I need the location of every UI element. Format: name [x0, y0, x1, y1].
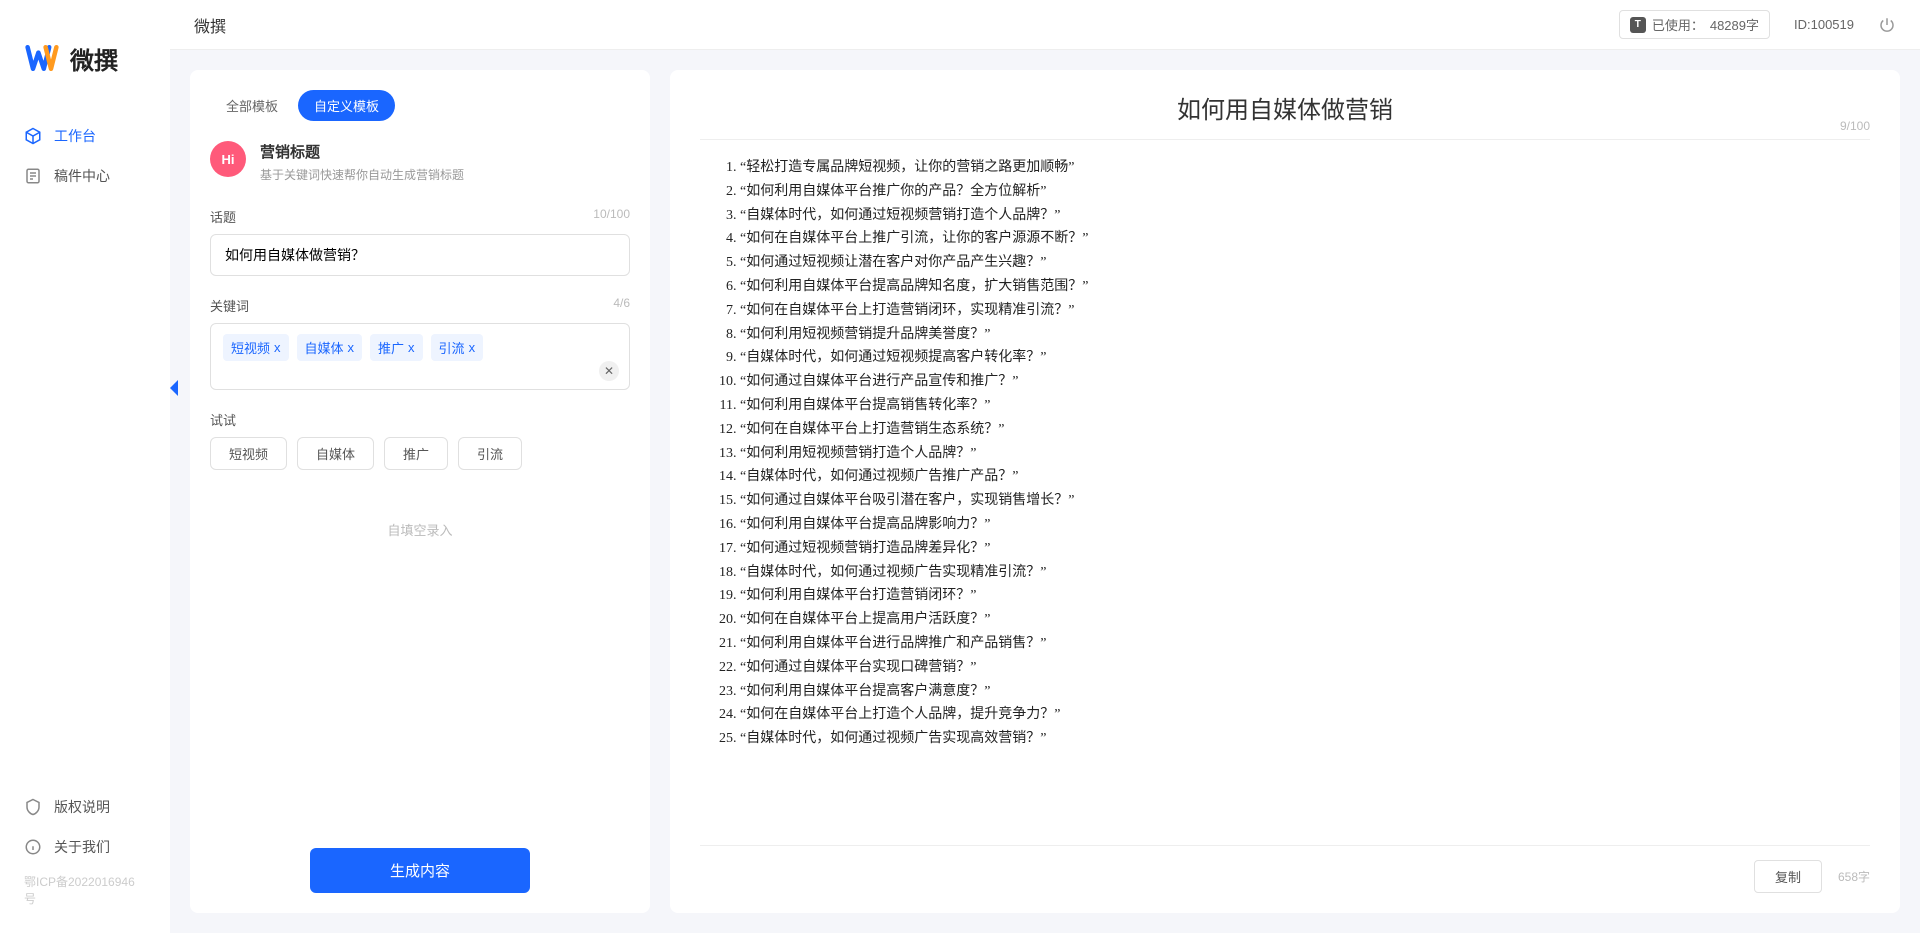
output-title: 如何用自媒体做营销	[700, 90, 1870, 125]
doc-icon	[24, 167, 42, 185]
try-section: 试试 短视频自媒体推广引流	[210, 410, 630, 470]
template-title: 营销标题	[260, 141, 464, 162]
template-header: Hi 营销标题 基于关键词快速帮你自动生成营销标题	[210, 141, 630, 183]
tab-all-templates[interactable]: 全部模板	[210, 90, 294, 121]
power-icon[interactable]	[1878, 16, 1896, 34]
output-list-item: “如何通过自媒体平台进行产品宣传和推广？”	[740, 370, 1870, 394]
output-list-item: “自媒体时代，如何通过视频广告推广产品？”	[740, 465, 1870, 489]
nav-workspace[interactable]: 工作台	[0, 116, 170, 156]
try-label: 试试	[210, 410, 236, 429]
output-list-item: “如何利用自媒体平台提高客户满意度？”	[740, 680, 1870, 704]
icp-footer: 鄂ICP备2022016946号	[0, 867, 170, 913]
sidebar: 微撰 工作台 稿件中心 版权说明	[0, 0, 170, 933]
remove-tag-icon[interactable]: x	[469, 340, 476, 355]
output-list-item: “自媒体时代，如何通过短视频营销打造个人品牌？”	[740, 204, 1870, 228]
usage-badge: T 已使用： 48289字	[1619, 10, 1770, 39]
cube-icon	[24, 127, 42, 145]
output-list-item: “如何通过自媒体平台吸引潜在客户，实现销售增长？”	[740, 489, 1870, 513]
output-char-count: 658字	[1838, 868, 1870, 885]
topic-label: 话题	[210, 207, 236, 226]
try-option-button[interactable]: 推广	[384, 437, 448, 470]
try-option-button[interactable]: 引流	[458, 437, 522, 470]
copy-button[interactable]: 复制	[1754, 860, 1822, 893]
remove-tag-icon[interactable]: x	[408, 340, 415, 355]
info-icon	[24, 838, 42, 856]
keyword-tag[interactable]: 自媒体 x	[297, 334, 363, 361]
brand-logo: 微撰	[0, 20, 170, 106]
output-list-item: “如何在自媒体平台上打造营销生态系统？”	[740, 418, 1870, 442]
keywords-box[interactable]: 短视频 x 自媒体 x 推广 x 引流 x ✕	[210, 323, 630, 390]
template-tabs: 全部模板 自定义模板	[210, 90, 630, 121]
nav-label: 工作台	[54, 126, 96, 146]
output-list-item: “如何利用自媒体平台提高品牌影响力？”	[740, 513, 1870, 537]
output-body: “轻松打造专属品牌短视频，让你的营销之路更加顺畅”“如何利用自媒体平台推广你的产…	[700, 156, 1870, 833]
output-list-item: “如何利用自媒体平台打造营销闭环？”	[740, 584, 1870, 608]
output-list-item: “轻松打造专属品牌短视频，让你的营销之路更加顺畅”	[740, 156, 1870, 180]
input-panel: 全部模板 自定义模板 Hi 营销标题 基于关键词快速帮你自动生成营销标题 话题 …	[190, 70, 650, 913]
generate-button[interactable]: 生成内容	[310, 848, 530, 893]
tab-custom-templates[interactable]: 自定义模板	[298, 90, 395, 121]
output-list-item: “如何利用自媒体平台推广你的产品？全方位解析”	[740, 180, 1870, 204]
topic-count: 10/100	[593, 207, 630, 226]
text-icon: T	[1630, 17, 1646, 33]
try-option-button[interactable]: 短视频	[210, 437, 287, 470]
output-list-item: “如何通过自媒体平台实现口碑营销？”	[740, 656, 1870, 680]
nav-label: 关于我们	[54, 837, 110, 857]
logo-icon	[24, 40, 60, 76]
topic-section: 话题 10/100	[210, 207, 630, 276]
keywords-section: 关键词 4/6 短视频 x 自媒体 x 推广 x 引流 x ✕	[210, 296, 630, 390]
clear-keywords-button[interactable]: ✕	[599, 361, 619, 381]
usage-label: 已使用：	[1652, 15, 1704, 34]
output-list-item: “如何通过短视频营销打造品牌差异化？”	[740, 537, 1870, 561]
template-desc: 基于关键词快速帮你自动生成营销标题	[260, 166, 464, 183]
output-list-item: “如何利用自媒体平台提高销售转化率？”	[740, 394, 1870, 418]
nav-about[interactable]: 关于我们	[0, 827, 170, 867]
nav-label: 版权说明	[54, 797, 110, 817]
remove-tag-icon[interactable]: x	[274, 340, 281, 355]
output-list-item: “如何利用自媒体平台进行品牌推广和产品销售？”	[740, 632, 1870, 656]
output-list-item: “如何在自媒体平台上打造个人品牌，提升竞争力？”	[740, 703, 1870, 727]
output-list-item: “如何利用自媒体平台提高品牌知名度，扩大销售范围？”	[740, 275, 1870, 299]
topic-input[interactable]	[210, 234, 630, 276]
page-title: 微撰	[194, 13, 226, 37]
primary-nav: 工作台 稿件中心	[0, 106, 170, 787]
output-list-item: “自媒体时代，如何通过视频广告实现高效营销？”	[740, 727, 1870, 751]
output-list-item: “如何在自媒体平台上打造营销闭环，实现精准引流？”	[740, 299, 1870, 323]
nav-label: 稿件中心	[54, 166, 110, 186]
keyword-tag[interactable]: 短视频 x	[223, 334, 289, 361]
fill-hint[interactable]: 自填空录入	[210, 490, 630, 569]
template-icon: Hi	[210, 141, 246, 177]
output-list-item: “如何在自媒体平台上提高用户活跃度？”	[740, 608, 1870, 632]
output-list-item: “如何通过短视频让潜在客户对你产品产生兴趣？”	[740, 251, 1870, 275]
remove-tag-icon[interactable]: x	[348, 340, 355, 355]
output-list-item: “自媒体时代，如何通过视频广告实现精准引流？”	[740, 561, 1870, 585]
output-list-item: “自媒体时代，如何通过短视频提高客户转化率？”	[740, 346, 1870, 370]
keyword-tag[interactable]: 引流 x	[431, 334, 484, 361]
output-panel: 如何用自媒体做营销 9/100 “轻松打造专属品牌短视频，让你的营销之路更加顺畅…	[670, 70, 1900, 913]
user-id: ID:100519	[1794, 17, 1854, 32]
output-list-item: “如何利用短视频营销提升品牌美誉度？”	[740, 323, 1870, 347]
nav-drafts[interactable]: 稿件中心	[0, 156, 170, 196]
brand-name: 微撰	[70, 41, 118, 76]
output-list-item: “如何在自媒体平台上推广引流，让你的客户源源不断？”	[740, 227, 1870, 251]
try-option-button[interactable]: 自媒体	[297, 437, 374, 470]
keywords-label: 关键词	[210, 296, 249, 315]
output-title-count: 9/100	[1840, 119, 1870, 133]
nav-bottom: 版权说明 关于我们 鄂ICP备2022016946号	[0, 787, 170, 933]
topbar: 微撰 T 已使用： 48289字 ID:100519	[170, 0, 1920, 50]
keywords-count: 4/6	[613, 296, 630, 315]
usage-value: 48289字	[1710, 15, 1759, 34]
shield-icon	[24, 798, 42, 816]
output-list-item: “如何利用短视频营销打造个人品牌？”	[740, 442, 1870, 466]
sidebar-collapse-handle[interactable]	[170, 380, 178, 396]
nav-copyright[interactable]: 版权说明	[0, 787, 170, 827]
keyword-tag[interactable]: 推广 x	[370, 334, 423, 361]
